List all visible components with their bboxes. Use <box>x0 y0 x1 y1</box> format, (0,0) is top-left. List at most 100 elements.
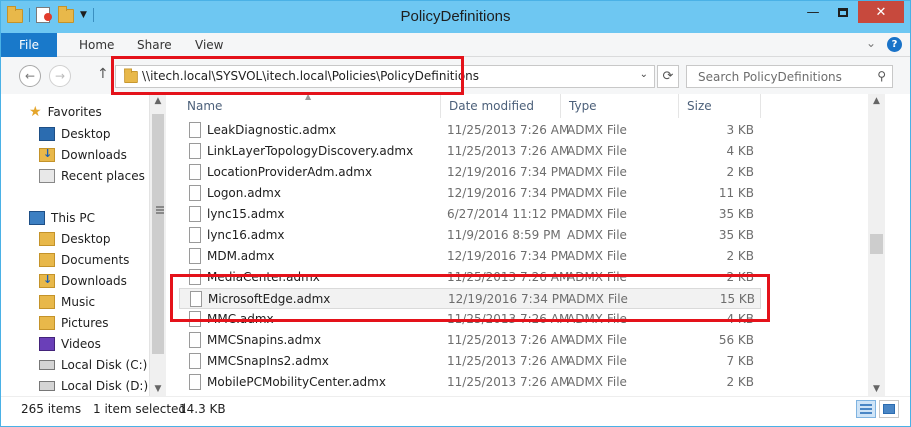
explorer-window: ▼ PolicyDefinitions — ✕ File Home Share … <box>0 0 911 427</box>
file-size: 4 KB <box>726 312 754 326</box>
sidebar-item-label: Downloads <box>61 148 127 162</box>
main-area: ★ Favorites Desktop Downloads Recent pla… <box>1 92 910 396</box>
file-size: 2 KB <box>726 165 754 179</box>
column-date-modified[interactable]: Date modified <box>441 94 561 118</box>
file-name: LeakDiagnostic.admx <box>207 123 337 137</box>
file-date-modified: 6/27/2014 11:12 PM <box>447 207 569 221</box>
file-size: 2 KB <box>726 249 754 263</box>
ribbon: File Home Share View ⌄ ? <box>1 33 910 57</box>
table-row[interactable]: MMCSnapIns2.admx 11/25/2013 7:26 AM ADMX F… <box>179 351 761 372</box>
downloads-icon <box>39 147 55 162</box>
tab-view[interactable]: View <box>195 38 223 52</box>
table-row[interactable]: lync15.admx 6/27/2014 11:12 PM ADMX File 35… <box>179 204 761 225</box>
sidebar-item-label: Local Disk (C:) <box>61 358 148 372</box>
sidebar-item-recent-places[interactable]: Recent places <box>39 169 145 183</box>
file-size: 7 KB <box>726 354 754 368</box>
file-size: 4 KB <box>726 144 754 158</box>
minimize-button[interactable]: — <box>798 1 828 23</box>
address-dropdown-icon[interactable]: ⌄ <box>640 69 648 80</box>
table-row[interactable]: LeakDiagnostic.admx 11/25/2013 7:26 AM ADM… <box>179 120 761 141</box>
sidebar-item-local-disk-c[interactable]: Local Disk (C:) <box>39 358 147 372</box>
file-date-modified: 11/25/2013 7:26 AM <box>447 123 570 137</box>
window-controls: — ✕ <box>798 1 904 23</box>
table-row[interactable]: MediaCenter.admx 11/25/2013 7:26 AM ADMX F… <box>179 267 761 288</box>
file-type: ADMX File <box>567 354 627 368</box>
column-size[interactable]: Size <box>679 94 761 118</box>
sidebar-item-favorites[interactable]: ★ Favorites <box>29 105 102 119</box>
computer-icon <box>29 211 45 225</box>
sidebar-item-label: Desktop <box>61 127 111 141</box>
recent-places-icon <box>39 169 55 183</box>
sidebar-item-downloads[interactable]: Downloads <box>39 147 127 162</box>
sidebar-item-desktop[interactable]: Desktop <box>39 127 111 141</box>
table-row[interactable]: MDM.admx 12/19/2016 7:34 PM ADMX File 2 KB <box>179 246 761 267</box>
search-input[interactable]: Search PolicyDefinitions ⚲ <box>686 65 893 88</box>
scrollbar-thumb[interactable] <box>870 234 883 254</box>
file-name: LinkLayerTopologyDiscovery.admx <box>207 144 414 158</box>
file-icon <box>190 291 202 307</box>
star-icon: ★ <box>29 104 42 120</box>
table-row[interactable]: MMCSnapins.admx 11/25/2013 7:26 AM ADMX Fi… <box>179 330 761 351</box>
sidebar-item-pc-desktop[interactable]: Desktop <box>39 232 111 246</box>
tab-home[interactable]: Home <box>79 38 114 52</box>
table-row[interactable]: LocationProviderAdm.admx 12/19/2016 7:34 … <box>179 162 761 183</box>
file-date-modified: 11/25/2013 7:26 AM <box>447 270 570 284</box>
file-type: ADMX File <box>567 375 627 389</box>
sidebar-item-music[interactable]: Music <box>39 295 95 309</box>
grip-icon <box>156 206 164 214</box>
sidebar-item-label: Recent places <box>61 169 145 183</box>
sidebar-item-label: Desktop <box>61 232 111 246</box>
file-icon <box>189 248 201 264</box>
refresh-button[interactable]: ⟳ <box>657 65 679 88</box>
sidebar-item-this-pc[interactable]: This PC <box>29 211 95 225</box>
table-row[interactable]: LinkLayerTopologyDiscovery.admx 11/25/201… <box>179 141 761 162</box>
table-row[interactable]: MicrosoftEdge.admx 12/19/2016 7:34 PM ADMX… <box>179 288 761 309</box>
maximize-button[interactable] <box>828 1 858 23</box>
large-icons-view-button[interactable] <box>879 400 899 418</box>
scroll-down-icon[interactable]: ▼ <box>868 384 885 394</box>
file-name: MediaCenter.admx <box>207 270 320 284</box>
sidebar-item-documents[interactable]: Documents <box>39 253 129 267</box>
sidebar-item-label: Videos <box>61 337 101 351</box>
back-button[interactable]: ← <box>19 65 41 87</box>
table-row[interactable]: Logon.admx 12/19/2016 7:34 PM ADMX File 11 … <box>179 183 761 204</box>
file-icon <box>189 185 201 201</box>
table-row[interactable]: MMC.admx 11/25/2013 7:26 AM ADMX File 4 KB <box>179 309 761 330</box>
file-date-modified: 11/25/2013 7:26 AM <box>447 312 570 326</box>
scroll-up-icon[interactable]: ▲ <box>868 96 885 106</box>
help-icon[interactable]: ? <box>887 37 902 52</box>
scroll-down-icon[interactable]: ▼ <box>150 384 166 394</box>
sidebar-item-pictures[interactable]: Pictures <box>39 316 109 330</box>
file-date-modified: 11/25/2013 7:26 AM <box>447 144 570 158</box>
sidebar-item-videos[interactable]: Videos <box>39 337 101 351</box>
file-date-modified: 12/19/2016 7:34 PM <box>447 249 569 263</box>
file-size: 11 KB <box>718 186 754 200</box>
sidebar-item-label: Downloads <box>61 274 127 288</box>
forward-button[interactable]: → <box>49 65 71 87</box>
address-path[interactable]: \\itech.local\SYSVOL\itech.local\Policie… <box>142 69 479 83</box>
scrollbar-thumb[interactable] <box>152 114 164 354</box>
close-button[interactable]: ✕ <box>858 1 904 23</box>
title-bar: ▼ PolicyDefinitions — ✕ <box>1 1 910 33</box>
window-title: PolicyDefinitions <box>400 8 511 25</box>
minimize-icon: — <box>806 4 820 20</box>
details-view-button[interactable] <box>856 400 876 418</box>
up-arrow-icon[interactable]: ↑ <box>97 66 109 82</box>
expand-ribbon-icon[interactable]: ⌄ <box>866 36 876 50</box>
column-type[interactable]: Type <box>561 94 679 118</box>
file-type: ADMX File <box>567 333 627 347</box>
navigation-pane-scrollbar[interactable]: ▲ ▼ <box>149 94 166 396</box>
sidebar-item-local-disk-d[interactable]: Local Disk (D:) <box>39 379 148 393</box>
sidebar-item-label: Music <box>61 295 96 309</box>
selection-size: 14.3 KB <box>179 402 226 416</box>
file-list-scrollbar[interactable]: ▲ ▼ <box>868 94 885 396</box>
table-row[interactable]: lync16.admx 11/9/2016 8:59 PM ADMX File 35 … <box>179 225 761 246</box>
table-row[interactable]: MobilePCMobilityCenter.admx 11/25/2013 7:… <box>179 372 761 393</box>
tab-share[interactable]: Share <box>137 38 172 52</box>
address-bar[interactable]: \\itech.local\SYSVOL\itech.local\Policie… <box>115 65 655 88</box>
tab-file[interactable]: File <box>1 33 57 57</box>
file-name: MMCSnapins.admx <box>207 333 322 347</box>
sidebar-item-pc-downloads[interactable]: Downloads <box>39 273 127 288</box>
column-name[interactable]: Name <box>179 94 441 118</box>
scroll-up-icon[interactable]: ▲ <box>150 96 166 106</box>
